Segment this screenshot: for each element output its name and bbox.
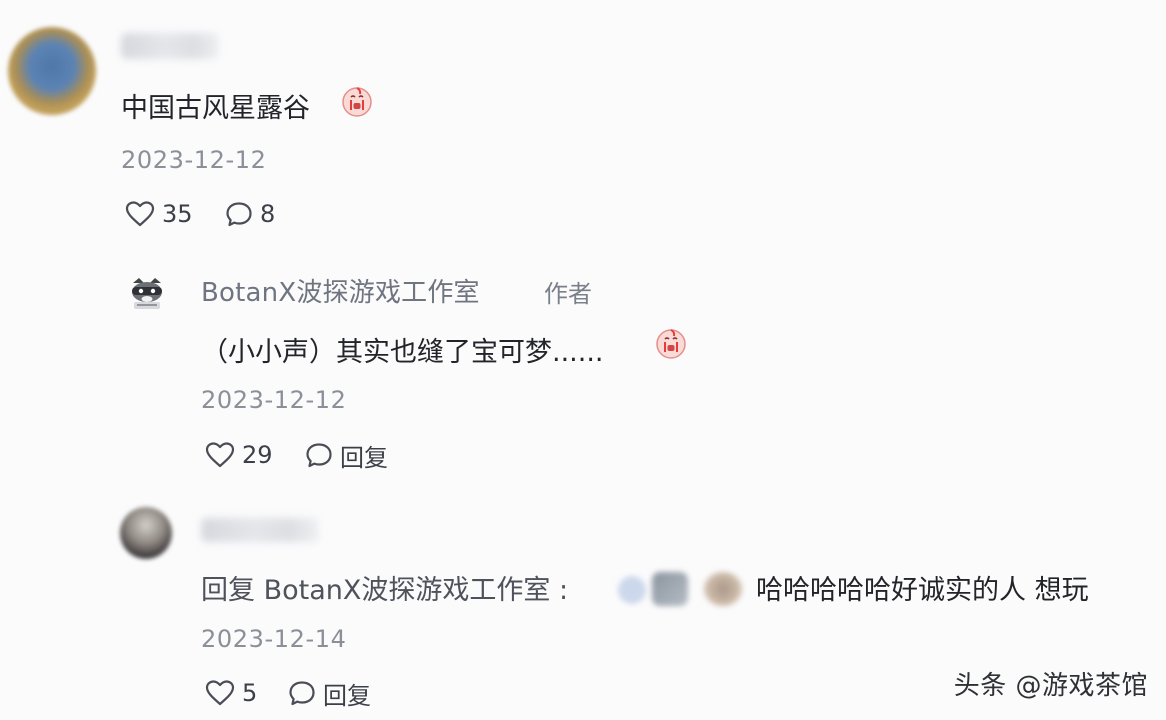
reply-button[interactable]: 回复 [304,437,388,473]
reply-count: 8 [260,200,276,228]
blurred-emoji [704,572,742,606]
username-blurred[interactable] [121,33,219,59]
reply-label: 回复 [323,681,371,710]
heart-outline-icon [205,442,235,468]
user-avatar[interactable] [120,507,172,559]
like-button[interactable]: 29 [204,437,273,473]
heart-outline-icon [125,201,155,227]
author-badge: 作者 [544,280,592,308]
author-reply: BotanX波探游戏工作室 作者 （小小声）其实也缝了宝可梦...... 202… [0,250,1166,490]
heart-outline-icon [205,680,235,706]
nested-reply-date: 2023-12-14 [201,625,347,653]
comment-thread-page: 中国古风星露谷 2023-12-12 35 8 BotanX波探游戏工作室 作者… [0,0,1166,720]
blurred-emoji [618,576,646,604]
user-avatar[interactable] [8,27,96,115]
comment-text: 中国古风星露谷 [121,93,310,124]
chat-bubble-icon [289,681,315,706]
comment-date: 2023-12-12 [121,146,267,174]
reply-button[interactable]: 回复 [287,675,371,711]
watermark: 头条 @游戏茶馆 [953,671,1148,701]
author-avatar[interactable] [124,270,170,316]
author-name[interactable]: BotanX波探游戏工作室 [201,272,480,309]
reply-prefix: 回复 BotanX波探游戏工作室 : [201,575,569,606]
reply-label: 回复 [340,443,388,472]
author-reply-date: 2023-12-12 [201,386,347,414]
comment-count-button[interactable]: 8 [224,196,275,232]
blurred-emoji [652,572,688,606]
comment-1: 中国古风星露谷 2023-12-12 35 8 [0,0,1166,250]
like-count: 35 [162,200,193,228]
nested-reply-text: 哈哈哈哈哈好诚实的人 想玩 [756,575,1089,606]
crying-face-icon [656,329,686,359]
like-button[interactable]: 35 [124,196,193,232]
username-blurred[interactable] [201,518,319,542]
like-button[interactable]: 5 [204,675,257,711]
crying-face-icon [342,87,372,117]
author-reply-text: （小小声）其实也缝了宝可梦...... [201,337,604,368]
chat-bubble-icon [306,443,332,468]
chat-bubble-icon [226,202,252,227]
like-count: 5 [242,679,258,707]
like-count: 29 [242,441,273,469]
